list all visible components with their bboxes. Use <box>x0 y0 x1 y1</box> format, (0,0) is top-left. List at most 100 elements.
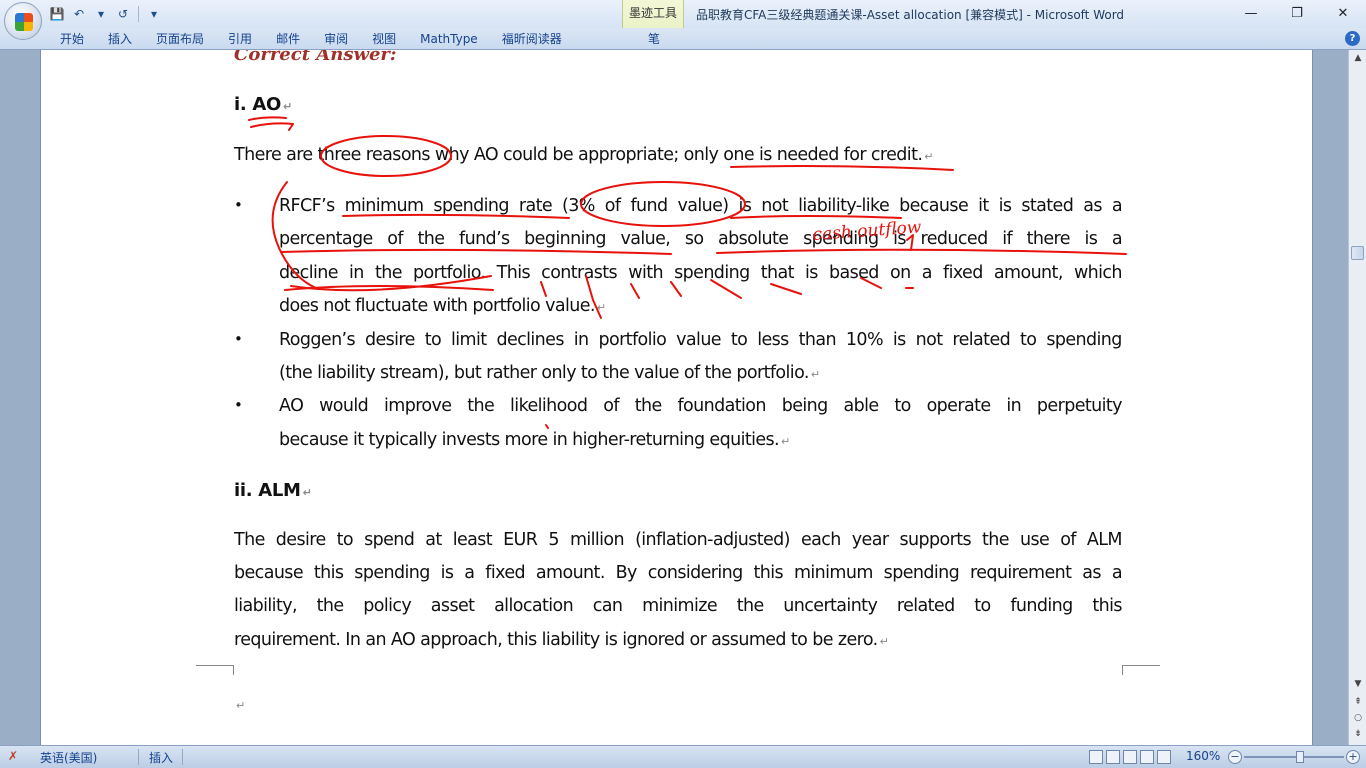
document-page[interactable]: Correct Answer: i. AO ↵ There are three r… <box>40 50 1313 745</box>
scroll-up-icon[interactable]: ▲ <box>1350 50 1366 66</box>
ink-tools-label: 墨迹工具 <box>628 6 677 20</box>
word: a <box>1111 196 1123 216</box>
word: By <box>615 563 638 583</box>
word: the <box>634 396 663 416</box>
word: the <box>417 229 446 249</box>
status-separator <box>182 749 183 765</box>
word: on <box>889 263 911 283</box>
word: fixed <box>485 563 526 583</box>
word: value <box>676 330 721 350</box>
word: would <box>319 396 369 416</box>
tab-5[interactable]: 审阅 <box>312 28 360 50</box>
undo-icon[interactable]: ↶ <box>70 5 88 23</box>
bullet-1-line-3: decline in the portfolio. This contrasts with s… <box>279 263 1123 283</box>
zoom-in-icon[interactable]: + <box>1346 750 1360 764</box>
word: improve <box>384 396 452 416</box>
tab-1[interactable]: 插入 <box>96 28 144 50</box>
word: limit <box>451 330 487 350</box>
word: is <box>893 229 906 249</box>
word: fund <box>630 196 668 216</box>
word: based <box>828 263 879 283</box>
restore-button[interactable]: ❐ <box>1274 0 1320 26</box>
tab-2[interactable]: 页面布局 <box>144 28 216 50</box>
scroll-down-icon[interactable]: ▼ <box>1350 676 1366 692</box>
vertical-scrollbar[interactable]: ▲ ▼ ⇞ ○ ⇟ <box>1348 50 1366 745</box>
word: decline <box>279 263 338 283</box>
tab-list: 开始 插入 页面布局 引用 邮件 审阅 视图 MathType 福昕阅读器 <box>48 28 574 50</box>
word: of <box>604 196 621 216</box>
word: is <box>738 196 752 216</box>
ink-underline-only-one <box>730 165 954 171</box>
word: 5 <box>548 530 559 550</box>
word: if <box>1002 229 1013 249</box>
word: this <box>753 563 784 583</box>
zoom-out-icon[interactable]: − <box>1228 750 1242 764</box>
word: considering <box>647 563 744 583</box>
word: spending <box>433 196 509 216</box>
insert-mode-indicator[interactable]: 插入 <box>149 749 173 766</box>
close-button[interactable]: ✕ <box>1320 0 1366 26</box>
tab-3[interactable]: 引用 <box>216 28 264 50</box>
tab-pen[interactable]: 笔 <box>636 28 672 50</box>
word: with <box>628 263 663 283</box>
draft-view-icon[interactable] <box>1157 750 1171 764</box>
zoom-level[interactable]: 160% <box>1186 749 1220 763</box>
customize-qat-icon[interactable]: ▾ <box>145 5 163 23</box>
word: to <box>894 396 911 416</box>
tab-4[interactable]: 邮件 <box>264 28 312 50</box>
office-button[interactable] <box>4 2 42 40</box>
spelling-check-icon[interactable]: ✗ <box>8 749 18 763</box>
previous-page-icon[interactable]: ⇞ <box>1350 694 1366 710</box>
language-indicator[interactable]: 英语(美国) <box>40 749 97 766</box>
word: to <box>1020 330 1037 350</box>
tab-8[interactable]: 福昕阅读器 <box>490 28 574 50</box>
redo-icon[interactable]: ↺ <box>114 5 132 23</box>
bullet-2-symbol: • <box>234 330 243 348</box>
word: being <box>781 396 829 416</box>
word: the <box>374 263 403 283</box>
undo-dropdown-icon[interactable]: ▾ <box>92 5 110 23</box>
word: spending <box>1046 330 1122 350</box>
word: is <box>1084 229 1098 249</box>
zoom-slider[interactable] <box>1244 756 1344 758</box>
word: in <box>1006 396 1022 416</box>
full-screen-reading-view-icon[interactable] <box>1106 750 1120 764</box>
bullet-1-line-4: does not fluctuate with portfolio value.… <box>279 296 606 316</box>
outline-view-icon[interactable] <box>1140 750 1154 764</box>
bullet-3-line-1: AO would improve the likelihood of the foundati… <box>279 396 1123 416</box>
help-icon[interactable]: ? <box>1345 31 1360 46</box>
print-layout-view-icon[interactable] <box>1089 750 1103 764</box>
tab-6[interactable]: 视图 <box>360 28 408 50</box>
word: to <box>336 530 354 550</box>
next-page-icon[interactable]: ⇟ <box>1350 726 1366 742</box>
word: this <box>313 563 344 583</box>
word: reduced <box>920 229 989 249</box>
word: related <box>952 330 1011 350</box>
word: rate <box>518 196 553 216</box>
ink-underline-pct-value <box>280 248 672 255</box>
section-heading-ao: i. AO ↵ <box>234 94 292 115</box>
bullet-3-line-2: because it typically invests more in hig… <box>279 430 790 450</box>
word: of <box>387 229 403 249</box>
scroll-thumb[interactable] <box>1351 246 1364 260</box>
word: contrasts <box>541 263 618 283</box>
tab-0[interactable]: 开始 <box>48 28 96 50</box>
word: of <box>603 396 619 416</box>
word: spend <box>364 530 415 550</box>
office-logo-icon <box>15 13 33 31</box>
word: declines <box>496 330 564 350</box>
save-icon[interactable]: 💾 <box>48 5 66 23</box>
zoom-slider-thumb[interactable] <box>1296 751 1304 763</box>
word: the <box>736 596 765 616</box>
web-layout-view-icon[interactable] <box>1123 750 1137 764</box>
word: a <box>1111 563 1123 583</box>
bullet-2-line-1: Roggen’s desire to limit declines in portfolio… <box>279 330 1122 350</box>
alm-line-4: requirement. In an AO approach, this lia… <box>234 630 889 650</box>
word: (inflation-adjusted) <box>635 530 790 550</box>
tab-7[interactable]: MathType <box>408 28 490 50</box>
select-browse-object-icon[interactable]: ○ <box>1350 710 1366 726</box>
ink-underline-ao-2 <box>250 122 294 131</box>
section-heading-alm: ii. ALM ↵ <box>234 480 312 501</box>
minimize-button[interactable]: — <box>1228 0 1274 26</box>
ribbon-tabs: 开始 插入 页面布局 引用 邮件 审阅 视图 MathType 福昕阅读器 笔 <box>0 28 1366 50</box>
